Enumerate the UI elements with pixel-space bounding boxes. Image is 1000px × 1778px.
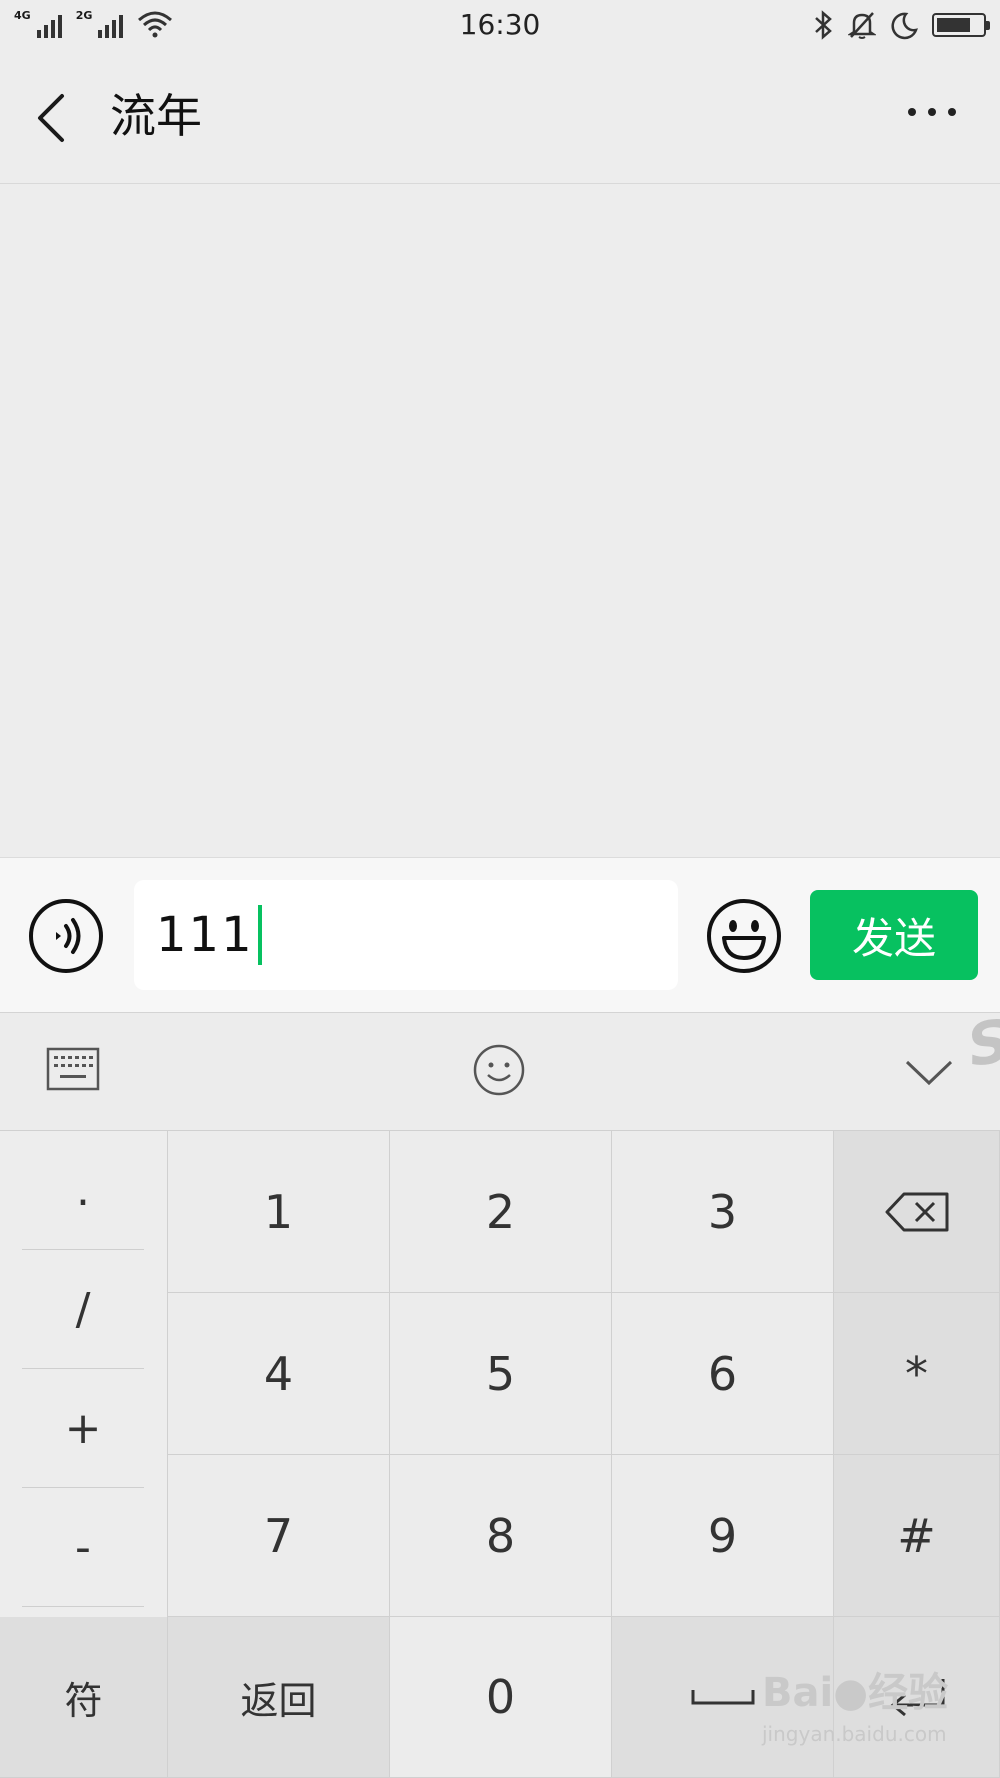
chat-header: 流年 [0,52,1000,184]
keyboard-toolbar: S [0,1006,1000,1131]
message-input-value: 111 [156,907,254,963]
space-bar-icon [691,1690,754,1705]
smile-face-icon [707,899,781,973]
moon-icon [891,12,918,40]
key-5[interactable]: 5 [390,1293,612,1455]
voice-button[interactable] [28,898,104,974]
page-title: 流年 [110,89,202,143]
key-7[interactable]: 7 [168,1455,390,1617]
chevron-left-icon [38,94,64,142]
key-hash[interactable]: # [834,1455,1000,1617]
text-cursor [257,905,262,965]
input-bar: 111 发送 [0,857,1000,1013]
keyboard-hide-button[interactable] [904,1057,954,1087]
send-button[interactable]: 发送 [810,890,978,980]
more-icon-dot [908,108,916,116]
key-asterisk[interactable]: * [834,1293,1000,1455]
symbol-key-dot[interactable]: . [22,1131,144,1250]
more-icon-dot [948,108,956,116]
battery-icon [932,13,990,37]
symbol-key-minus[interactable]: - [22,1488,144,1607]
back-key[interactable]: 返回 [168,1617,390,1778]
symbol-key-plus[interactable]: + [22,1369,144,1488]
battery-fill [937,18,970,32]
back-button[interactable] [32,90,82,146]
numeric-keypad: . / + - 1 2 3 4 5 6 * 7 8 9 # 符 返回 0 [0,1131,1000,1778]
key-1[interactable]: 1 [168,1131,390,1293]
bell-muted-icon [848,12,876,39]
emoji-button[interactable] [706,898,782,974]
key-6[interactable]: 6 [612,1293,834,1455]
symbol-key-slash[interactable]: / [22,1250,144,1369]
more-button[interactable] [908,108,956,116]
key-4[interactable]: 4 [168,1293,390,1455]
key-2[interactable]: 2 [390,1131,612,1293]
key-9[interactable]: 9 [612,1455,834,1617]
keyboard-switch-button[interactable] [46,1047,100,1091]
status-bar: 4G 2G 16:30 [0,0,1000,52]
voice-icon [29,899,103,973]
enter-key[interactable] [834,1617,1000,1778]
message-input[interactable]: 111 [134,880,678,990]
smile-icon [473,1044,525,1096]
key-8[interactable]: 8 [390,1455,612,1617]
space-key[interactable] [612,1617,834,1778]
symbol-column[interactable]: . / + - [0,1131,168,1617]
status-icons [812,10,990,40]
symbols-key[interactable]: 符 [0,1617,168,1778]
keyboard-emoji-button[interactable] [472,1043,526,1097]
backspace-key[interactable] [834,1131,1000,1293]
enter-icon [890,1679,944,1717]
chevron-down-icon [905,1060,953,1086]
key-3[interactable]: 3 [612,1131,834,1293]
keyboard-icon [46,1047,100,1091]
message-list[interactable] [0,185,1000,857]
more-icon-dot [928,108,936,116]
watermark-mark: S [962,1005,1000,1081]
bluetooth-icon [815,10,832,40]
key-0[interactable]: 0 [390,1617,612,1778]
backspace-icon [885,1192,948,1231]
